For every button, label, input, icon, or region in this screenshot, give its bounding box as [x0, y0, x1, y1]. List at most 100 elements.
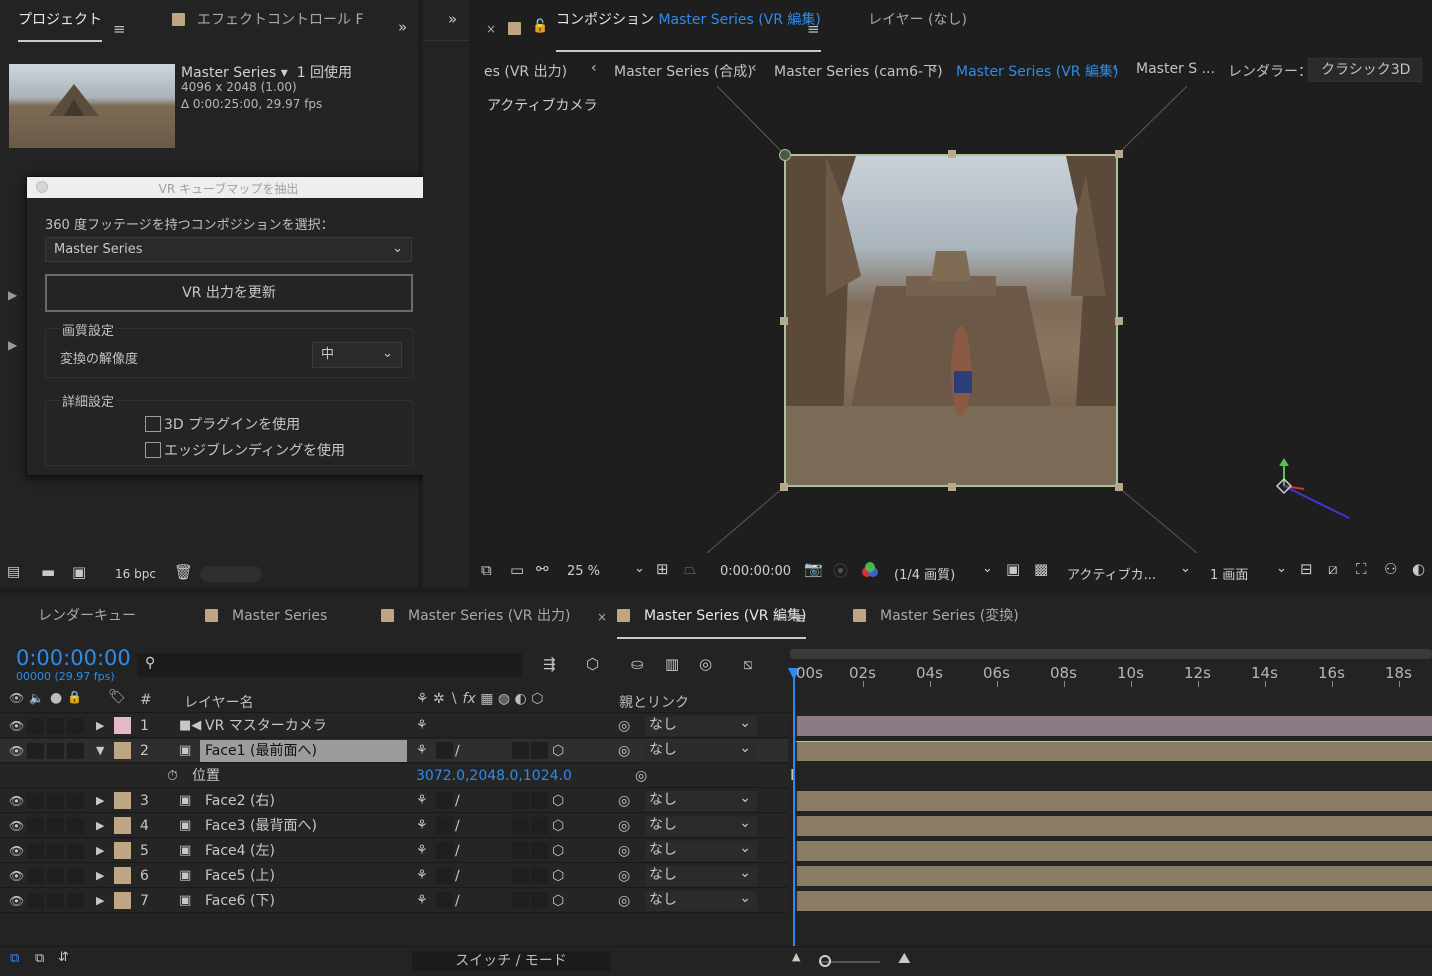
- breadcrumb-item[interactable]: es (VR 出力): [484, 61, 567, 81]
- folder-icon[interactable]: ▬: [41, 563, 55, 581]
- solo-box[interactable]: [27, 893, 44, 909]
- quality-slash-icon[interactable]: ∕: [455, 839, 460, 863]
- frame-handle[interactable]: [779, 149, 791, 161]
- new-comp-icon[interactable]: ▣: [72, 563, 86, 581]
- 3d-layer-icon[interactable]: ⬡: [552, 814, 564, 838]
- label-color[interactable]: [114, 817, 131, 834]
- layer-row[interactable]: 👁 ▶ 5 ▣ Face4 (左) ⚘ ∕ ⬡ ◎ なし ⌄: [0, 839, 788, 863]
- tab-render-queue[interactable]: レンダーキュー: [38, 596, 136, 636]
- close-tab-icon[interactable]: ×: [486, 22, 496, 36]
- solo-box[interactable]: [27, 868, 44, 884]
- checkbox-3d-plugin[interactable]: 3D プラグインを使用: [145, 414, 300, 434]
- dialog-titlebar[interactable]: VR キューブマップを抽出: [27, 177, 430, 198]
- col-layer-name[interactable]: レイヤー名: [184, 692, 254, 712]
- tab-master-series[interactable]: Master Series: [205, 596, 327, 636]
- renderer-button[interactable]: クラシック3D: [1308, 58, 1422, 82]
- adjustment-switch[interactable]: [531, 742, 548, 759]
- parent-select[interactable]: なし ⌄: [645, 790, 757, 811]
- chevron-down-icon[interactable]: ▼: [96, 739, 104, 763]
- pickwhip-icon[interactable]: ◎: [618, 789, 630, 813]
- comp-flowchart-icon[interactable]: ⇶: [543, 655, 556, 673]
- chevron-down-icon[interactable]: ⌄: [1180, 561, 1191, 576]
- shy-switch-icon[interactable]: ⚘: [416, 714, 428, 738]
- shy-box[interactable]: [67, 818, 84, 834]
- frame-handle[interactable]: [948, 483, 956, 491]
- zoom-slider-knob[interactable]: [819, 955, 831, 967]
- adjustment-switch[interactable]: [531, 867, 548, 884]
- solo-box[interactable]: [27, 718, 44, 734]
- layer-duration-bar[interactable]: [795, 791, 1432, 811]
- bpc-label[interactable]: 16 bpc: [115, 567, 156, 581]
- scroll-slider[interactable]: [200, 566, 262, 582]
- color-channels-icon[interactable]: [862, 562, 879, 579]
- eye-icon[interactable]: 👁: [9, 714, 24, 738]
- eye-icon[interactable]: 👁: [9, 864, 24, 888]
- shy-box[interactable]: [67, 743, 84, 759]
- adjustment-switch[interactable]: [531, 817, 548, 834]
- parent-select[interactable]: なし ⌄: [645, 890, 757, 911]
- frame-blending-icon[interactable]: ▥: [665, 655, 679, 673]
- shy-box[interactable]: [67, 718, 84, 734]
- comp-select[interactable]: Master Series ⌄: [45, 237, 412, 262]
- frame-handle[interactable]: [1115, 150, 1123, 158]
- 3d-layer-icon[interactable]: ⬡: [552, 889, 564, 913]
- layer-row[interactable]: 👁 ▶ 1 ■◀ VR マスターカメラ ⚘ ◎ なし ⌄: [0, 714, 788, 738]
- layer-name[interactable]: Face5 (上): [205, 864, 275, 888]
- lock-box[interactable]: [47, 893, 64, 909]
- quality-slash-icon[interactable]: ∕: [455, 889, 460, 913]
- switch-mode-toggle[interactable]: スイッチ / モード: [412, 951, 610, 971]
- quality-slash-icon[interactable]: ∕: [455, 789, 460, 813]
- layer-switches-icon[interactable]: ⧉: [35, 951, 44, 966]
- fast-preview-icon[interactable]: ⧄: [1328, 560, 1338, 578]
- chevron-right-icon[interactable]: ▶: [96, 864, 104, 888]
- eye-icon[interactable]: 👁: [9, 839, 24, 863]
- quality-slash-icon[interactable]: ∕: [455, 739, 460, 763]
- chevron-down-icon[interactable]: ⌄: [1276, 561, 1287, 576]
- menu-icon[interactable]: ≡: [113, 20, 126, 38]
- chevron-double-right-icon[interactable]: »: [398, 18, 407, 36]
- tab-master-series-vr-edit[interactable]: Master Series (VR 編集): [617, 596, 807, 639]
- search-input[interactable]: ⚲: [137, 653, 522, 677]
- label-color[interactable]: [114, 842, 131, 859]
- shy-switch-icon[interactable]: ⚘: [416, 889, 428, 913]
- chevron-down-icon[interactable]: ⌄: [634, 561, 645, 576]
- parent-select[interactable]: なし ⌄: [645, 840, 757, 861]
- pickwhip-icon[interactable]: ◎: [618, 814, 630, 838]
- lock-box[interactable]: [47, 868, 64, 884]
- solo-box[interactable]: [27, 793, 44, 809]
- zoom-out-icon[interactable]: ▲: [792, 950, 800, 963]
- layer-duration-bar[interactable]: [795, 716, 1432, 736]
- toggle-pixel-aspect-icon[interactable]: ⊟: [1300, 560, 1313, 578]
- breadcrumb-item[interactable]: Master Series (cam6-下): [774, 61, 943, 81]
- zoom-select[interactable]: 25 %: [567, 564, 600, 579]
- solo-icon[interactable]: ●: [50, 690, 62, 706]
- 3d-layer-icon[interactable]: ⬡: [552, 739, 564, 763]
- tab-master-series-convert[interactable]: Master Series (変換): [853, 596, 1019, 636]
- frame-handle[interactable]: [1115, 483, 1123, 491]
- lock-box[interactable]: [47, 718, 64, 734]
- camera-snapshot-icon[interactable]: 📷: [804, 560, 823, 578]
- show-snapshot-icon[interactable]: ⦿: [833, 560, 848, 581]
- label-color[interactable]: [114, 742, 131, 759]
- layer-duration-bar[interactable]: [795, 866, 1432, 886]
- tab-project[interactable]: プロジェクト: [18, 0, 102, 42]
- layer-name[interactable]: Face3 (最背面へ): [205, 814, 317, 838]
- chevron-double-right-icon[interactable]: »: [448, 10, 457, 28]
- pickwhip-icon[interactable]: ◎: [618, 839, 630, 863]
- 3d-axis-gizmo-icon[interactable]: [1274, 456, 1354, 526]
- tab-layer[interactable]: レイヤー (なし): [868, 0, 967, 40]
- vr-glasses-icon[interactable]: ⚯: [536, 560, 549, 578]
- lock-box[interactable]: [47, 843, 64, 859]
- layer-name[interactable]: Face1 (最前面へ): [205, 739, 317, 763]
- reset-exposure-icon[interactable]: ◐: [1412, 560, 1425, 578]
- grid-icon[interactable]: ⊞: [656, 560, 669, 578]
- breadcrumb-item-active[interactable]: Master Series (VR 編集): [956, 61, 1118, 81]
- flowchart-icon[interactable]: ⚇: [1384, 560, 1397, 578]
- chevron-right-icon[interactable]: ▶: [96, 789, 104, 813]
- label-color[interactable]: [114, 792, 131, 809]
- current-time[interactable]: 0:00:00:00: [720, 564, 791, 579]
- effects-switch[interactable]: [512, 842, 529, 859]
- layer-name[interactable]: VR マスターカメラ: [205, 714, 327, 738]
- solo-box[interactable]: [27, 818, 44, 834]
- zoom-in-icon[interactable]: ⛰: [898, 949, 911, 967]
